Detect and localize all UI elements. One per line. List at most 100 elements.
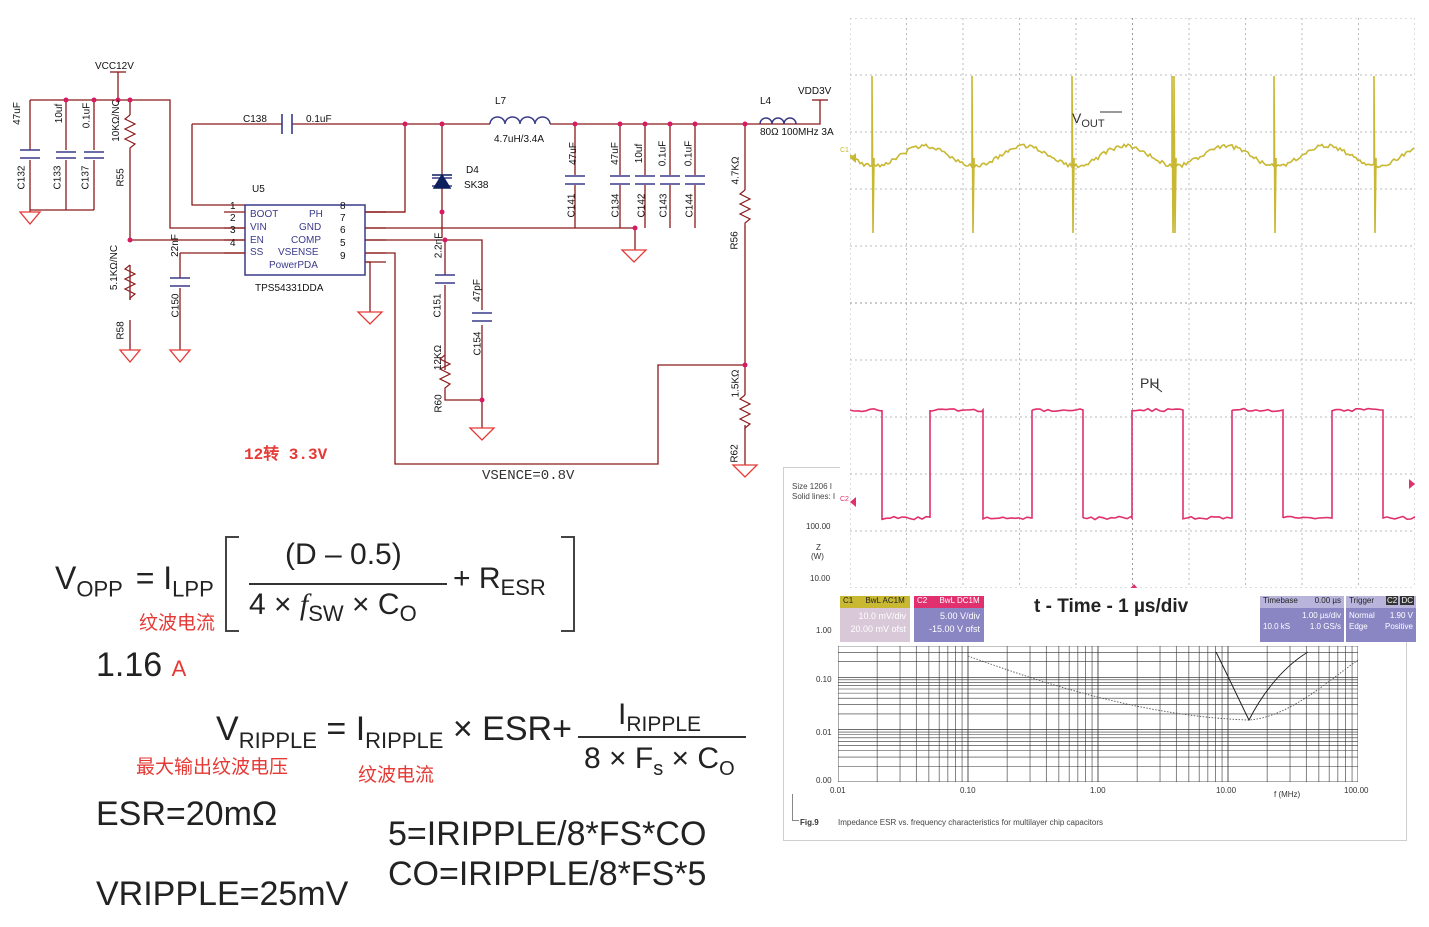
r60-value: 12KΩ <box>433 345 444 370</box>
f2-note-left: 最大输出纹波电压 <box>136 752 288 779</box>
f1-den-bsub: O <box>400 601 417 626</box>
l4-ref: L4 <box>760 96 771 107</box>
r55-value: 10KΩ/NC <box>111 99 122 142</box>
f1-lhs-sub: OPP <box>76 576 122 601</box>
c144-ref: C144 <box>684 194 695 218</box>
pin6-num: 6 <box>340 225 346 236</box>
pin-vsense: VSENSE <box>278 247 319 258</box>
l7-value: 4.7uH/3.4A <box>494 134 544 145</box>
imp-plot <box>838 646 1358 782</box>
pin-boot: BOOT <box>250 209 278 220</box>
c154-value: 47pF <box>472 279 483 302</box>
pin1-num: 1 <box>230 201 236 212</box>
c151-value: 2.2nF <box>433 233 444 259</box>
f2-den-b: × C <box>672 742 720 775</box>
pin4-num: 4 <box>230 238 236 249</box>
ch1-marker: C1 <box>840 147 849 154</box>
r62-value: 1.5KΩ <box>731 369 742 397</box>
f1-den-fsub: SW <box>308 601 343 626</box>
eq2-text: CO=IRIPPLE/8*FS*5 <box>388 855 706 894</box>
u5-ref: U5 <box>252 184 265 195</box>
trigger-badge: Trigger C2 DC Normal 1.90 V Edge Positive <box>1346 596 1416 642</box>
f2-lhs-sub: RIPPLE <box>239 728 317 753</box>
pin-comp: COMP <box>291 235 321 246</box>
r56-value: 4.7KΩ <box>731 156 742 184</box>
d4-value: SK38 <box>464 180 488 191</box>
r58-value: 5.1KΩ/NC <box>109 245 120 290</box>
f2-den-bsub: O <box>719 758 735 780</box>
f2-note-right: 纹波电流 <box>358 760 434 787</box>
c143-ref: C143 <box>658 194 669 218</box>
l4-value: 80Ω 100MHz 3A <box>760 127 838 138</box>
r62-ref: R62 <box>730 444 741 462</box>
ch2-badge: C2 BwL DC1M 5.00 V/div -15.00 V ofst <box>914 596 984 642</box>
imp-ylabel-top: Z <box>816 543 821 552</box>
pin9-num: 9 <box>340 251 346 262</box>
f2-den-asub: s <box>653 758 663 780</box>
r55-ref: R55 <box>116 168 127 186</box>
eq1-text: 5=IRIPPLE/8*FS*CO <box>388 815 706 854</box>
f2-den-a: 8 × F <box>584 742 653 775</box>
pin8-num: 8 <box>340 201 346 212</box>
imp-xtick-0: 0.01 <box>830 786 846 795</box>
ch1-badge: C1 BwL AC1M 10.0 mV/div 20.00 mV ofst <box>840 596 910 642</box>
imp-xtick-1: 0.10 <box>960 786 976 795</box>
imp-ytick-0: 100.00 <box>806 522 830 531</box>
c141-value: 47uF <box>568 142 579 165</box>
pin-ss: SS <box>250 247 263 258</box>
r60-ref: R60 <box>434 394 445 412</box>
imp-ylabel-bottom: (W) <box>811 552 824 561</box>
ch2-marker: C2 <box>840 496 849 503</box>
l7-ref: L7 <box>495 96 506 107</box>
pin-ph: PH <box>309 209 323 220</box>
c133-value: 10uf <box>54 104 65 123</box>
imp-xtick-3: 10.00 <box>1216 786 1236 795</box>
c133-ref: C133 <box>52 166 63 190</box>
f1-lhs: V <box>55 560 76 596</box>
ch1-label: VOUT <box>1072 110 1105 130</box>
result-value: 1.16 <box>96 646 162 684</box>
c150-ref: C150 <box>170 294 181 318</box>
c143-value: 0.1uF <box>657 141 668 167</box>
c154-ref: C154 <box>472 332 483 356</box>
imp-xtick-4: 100.00 <box>1344 786 1368 795</box>
scope-grid <box>850 18 1415 588</box>
pin3-num: 3 <box>230 225 236 236</box>
c144-value: 0.1uF <box>683 141 694 167</box>
f1-plus: + R <box>453 562 501 595</box>
ch2-trace <box>850 409 1415 520</box>
f1-den-b: × C <box>352 588 400 621</box>
f1-plus-sub: ESR <box>501 575 546 600</box>
result-unit: A <box>172 656 187 681</box>
ch2-label: PH <box>1140 375 1159 391</box>
imp-caption: Impedance ESR vs. frequency characterist… <box>838 818 1103 827</box>
f2-i-sub: RIPPLE <box>365 728 443 753</box>
imp-xtick-2: 1.00 <box>1090 786 1106 795</box>
d4-ref: D4 <box>466 165 479 176</box>
f1-note: 纹波电流 <box>139 608 215 635</box>
imp-header2: Solid lines: I <box>792 492 835 501</box>
c138-ref: C138 <box>243 114 267 125</box>
timebase-badge: Timebase 0.00 µs 1.00 µs/div 10.0 kS 1.0 G… <box>1260 596 1344 642</box>
f2-lhs: V <box>216 710 239 748</box>
imp-ytick-1: 10.00 <box>810 574 830 583</box>
pin-gnd: GND <box>299 222 321 233</box>
imp-ytick-3: 0.10 <box>816 675 832 684</box>
esr-text: ESR=20mΩ <box>96 795 277 834</box>
r56-ref: R56 <box>730 231 741 249</box>
imp-header1: Size 1206 I <box>792 482 832 491</box>
c137-value: 0.1uF <box>81 103 92 129</box>
u5-part: TPS54331DDA <box>255 283 323 294</box>
vripple-text: VRIPPLE=25mV <box>96 875 348 914</box>
c150-value: 22nF <box>170 234 181 257</box>
r58-ref: R58 <box>116 321 127 339</box>
vcc12v-label: VCC12V <box>95 61 134 72</box>
c132-ref: C132 <box>16 166 27 190</box>
c142-ref: C142 <box>636 194 647 218</box>
formula-vopp: VOPP = ILPP (D – 0.5) 4 × fSW × CO + RES… <box>55 530 595 640</box>
f2-mid: × ESR+ <box>453 710 572 748</box>
f1-numerator: (D – 0.5) <box>285 538 402 572</box>
f2-i: = I <box>326 710 365 748</box>
c132-value: 47uF <box>12 102 23 125</box>
f1-den-a: 4 × <box>249 588 292 621</box>
